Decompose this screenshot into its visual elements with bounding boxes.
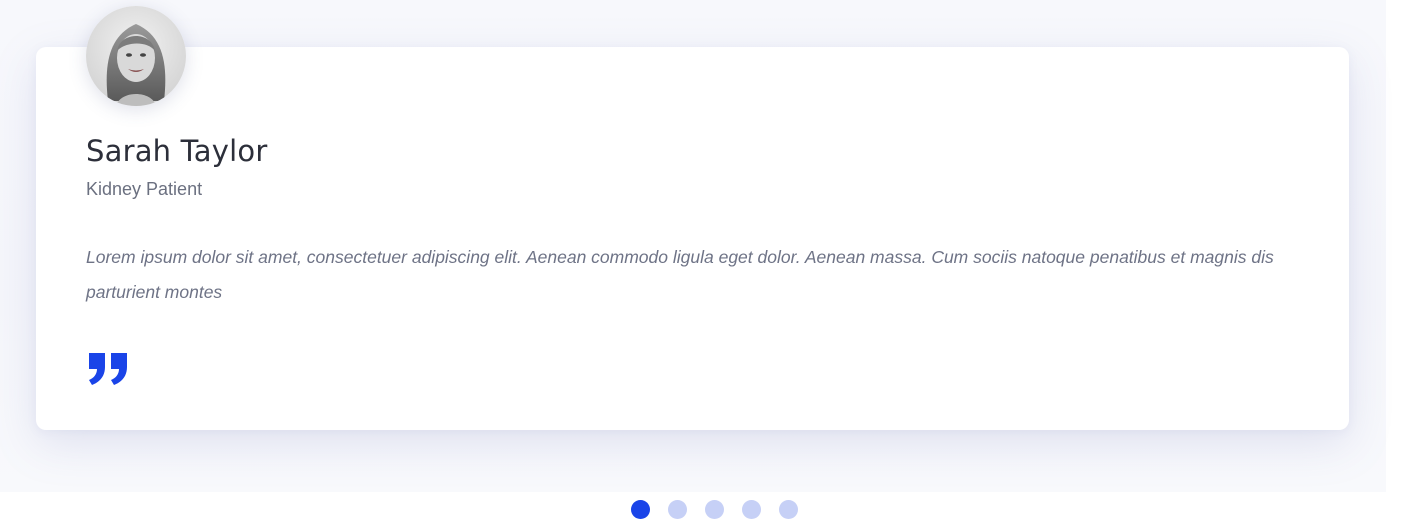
carousel-dot-2[interactable] xyxy=(668,500,687,519)
carousel-dot-1[interactable] xyxy=(631,500,650,519)
carousel-dot-5[interactable] xyxy=(779,500,798,519)
testimonial-card xyxy=(36,47,1349,430)
quote-icon xyxy=(87,349,131,385)
portrait-photo-icon xyxy=(86,6,186,106)
carousel-dot-4[interactable] xyxy=(742,500,761,519)
testimonial-text: Lorem ipsum dolor sit amet, consectetuer… xyxy=(86,247,1274,302)
patient-role: Kidney Patient xyxy=(86,179,203,199)
carousel-dot-3[interactable] xyxy=(705,500,724,519)
testimonial-section: Sarah Taylor Kidney Patient Lorem ipsum … xyxy=(0,0,1422,532)
carousel-pagination xyxy=(631,500,798,520)
avatar xyxy=(86,6,186,106)
patient-name: Sarah Taylor xyxy=(86,134,268,168)
